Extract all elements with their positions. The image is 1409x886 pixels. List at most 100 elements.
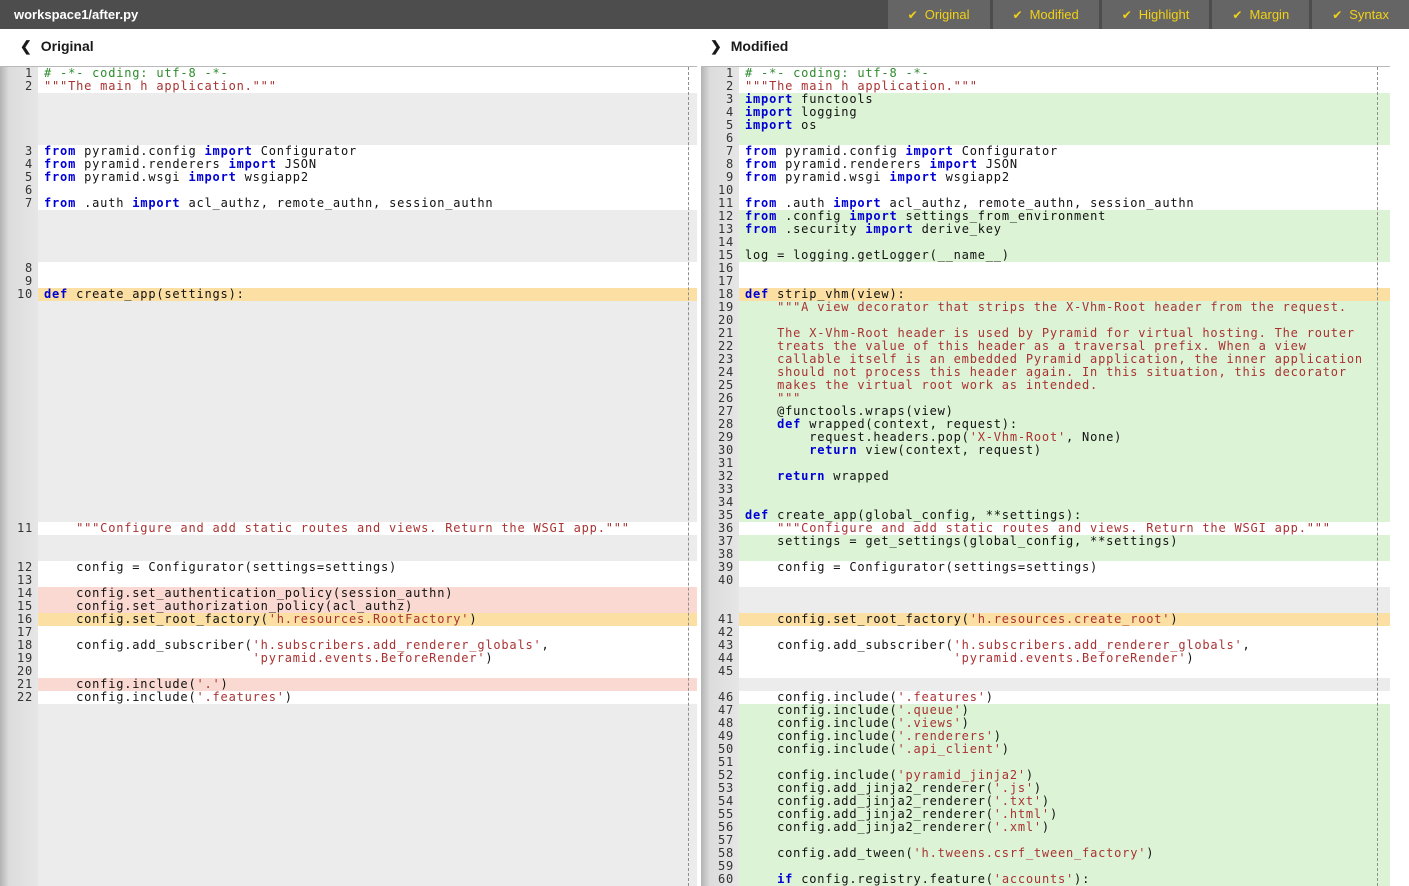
- code-line: [38, 379, 697, 392]
- code-line: [38, 483, 697, 496]
- code-line: makes the virtual root work as intended.: [739, 379, 1390, 392]
- code-line: config.add_jinja2_renderer('.js'): [739, 782, 1390, 795]
- code-line: import os: [739, 119, 1390, 132]
- code-line: config = Configurator(settings=settings): [739, 561, 1390, 574]
- diff-row: 40: [701, 574, 1390, 587]
- check-icon: ✔: [908, 8, 918, 22]
- diff-row: 13: [0, 574, 697, 587]
- button-label: Syntax: [1349, 7, 1389, 22]
- diff-row: 5from pyramid.wsgi import wsgiapp2: [0, 171, 697, 184]
- diff-row: [0, 847, 697, 860]
- toggle-margin-button[interactable]: ✔ Margin: [1212, 0, 1309, 29]
- code-line: [38, 366, 697, 379]
- code-line: from .auth import acl_authz, remote_auth…: [739, 197, 1390, 210]
- code-line: [38, 470, 697, 483]
- code-line: request.headers.pop('X-Vhm-Root', None): [739, 431, 1390, 444]
- diff-row: 16: [701, 262, 1390, 275]
- diff-row: 2"""The main h application.""": [0, 80, 697, 93]
- code-line: return wrapped: [739, 470, 1390, 483]
- diff-row: 18def strip_vhm(view):: [701, 288, 1390, 301]
- diff-row: 32 return wrapped: [701, 470, 1390, 483]
- code-line: [38, 132, 697, 145]
- diff-row: [0, 821, 697, 834]
- diff-row: [0, 548, 697, 561]
- code-line: config.add_jinja2_renderer('.txt'): [739, 795, 1390, 808]
- diff-row: [0, 379, 697, 392]
- code-line: [38, 847, 697, 860]
- toggle-syntax-button[interactable]: ✔ Syntax: [1312, 0, 1409, 29]
- diff-row: [0, 223, 697, 236]
- diff-row: 2"""The main h application.""": [701, 80, 1390, 93]
- diff-row: [0, 457, 697, 470]
- check-icon: ✔: [1013, 8, 1023, 22]
- diff-row: 43 config.add_subscriber('h.subscribers.…: [701, 639, 1390, 652]
- code-line: should not process this header again. In…: [739, 366, 1390, 379]
- diff-row: 33: [701, 483, 1390, 496]
- toggle-modified-button[interactable]: ✔ Modified: [993, 0, 1099, 29]
- diff-row: 27 @functools.wraps(view): [701, 405, 1390, 418]
- modified-pane-header: ❯ Modified: [710, 38, 788, 55]
- diff-row: [0, 106, 697, 119]
- code-line: [739, 574, 1390, 587]
- code-line: config.add_jinja2_renderer('.xml'): [739, 821, 1390, 834]
- line-number: 40: [701, 574, 739, 587]
- diff-row: 11from .auth import acl_authz, remote_au…: [701, 197, 1390, 210]
- diff-row: 7from .auth import acl_authz, remote_aut…: [0, 197, 697, 210]
- diff-row: 1# -*- coding: utf-8 -*-: [701, 67, 1390, 80]
- diff-row: 6: [0, 184, 697, 197]
- code-line: [739, 496, 1390, 509]
- line-number: [0, 457, 38, 470]
- code-line: config.include('.views'): [739, 717, 1390, 730]
- code-line: """The main h application.""": [38, 80, 697, 93]
- code-line: @functools.wraps(view): [739, 405, 1390, 418]
- code-line: [38, 873, 697, 886]
- diff-row: [0, 782, 697, 795]
- diff-row: 48 config.include('.views'): [701, 717, 1390, 730]
- diff-row: 8: [0, 262, 697, 275]
- original-pane: 1# -*- coding: utf-8 -*-2"""The main h a…: [0, 66, 697, 886]
- code-line: """Configure and add static routes and v…: [38, 522, 697, 535]
- diff-row: 11 """Configure and add static routes an…: [0, 522, 697, 535]
- original-pane-title: Original: [41, 38, 94, 54]
- code-line: """The main h application.""": [739, 80, 1390, 93]
- diff-row: [0, 808, 697, 821]
- code-line: config.set_authorization_policy(acl_auth…: [38, 600, 697, 613]
- code-line: config.include('pyramid_jinja2'): [739, 769, 1390, 782]
- diff-row: [0, 509, 697, 522]
- diff-row: 16 config.set_root_factory('h.resources.…: [0, 613, 697, 626]
- line-number: [0, 782, 38, 795]
- code-line: [38, 496, 697, 509]
- button-label: Modified: [1030, 7, 1079, 22]
- code-line: def create_app(settings):: [38, 288, 697, 301]
- code-line: [38, 665, 697, 678]
- diff-row: [0, 717, 697, 730]
- line-number: 7: [0, 197, 38, 210]
- diff-row: 51: [701, 756, 1390, 769]
- line-number: 60: [701, 873, 739, 886]
- diff-row: 4import logging: [701, 106, 1390, 119]
- check-icon: ✔: [1332, 8, 1342, 22]
- toggle-original-button[interactable]: ✔ Original: [888, 0, 990, 29]
- diff-row: [0, 249, 697, 262]
- diff-row: 15 config.set_authorization_policy(acl_a…: [0, 600, 697, 613]
- diff-row: 1# -*- coding: utf-8 -*-: [0, 67, 697, 80]
- button-label: Original: [925, 7, 970, 22]
- code-line: [38, 756, 697, 769]
- line-number: 45: [701, 665, 739, 678]
- code-line: [739, 587, 1390, 600]
- toggle-highlight-button[interactable]: ✔ Highlight: [1102, 0, 1210, 29]
- code-line: config.add_subscriber('h.subscribers.add…: [38, 639, 697, 652]
- code-line: [739, 236, 1390, 249]
- diff-row: 13from .security import derive_key: [701, 223, 1390, 236]
- code-line: [739, 626, 1390, 639]
- modified-pane: 1# -*- coding: utf-8 -*-2"""The main h a…: [701, 66, 1390, 886]
- diff-row: 22 treats the value of this header as a …: [701, 340, 1390, 353]
- code-line: 'pyramid.events.BeforeRender'): [739, 652, 1390, 665]
- line-number: [0, 821, 38, 834]
- code-line: log = logging.getLogger(__name__): [739, 249, 1390, 262]
- diff-row: [0, 470, 697, 483]
- code-line: [38, 730, 697, 743]
- diff-row: 49 config.include('.renderers'): [701, 730, 1390, 743]
- diff-row: 17: [0, 626, 697, 639]
- code-line: [38, 457, 697, 470]
